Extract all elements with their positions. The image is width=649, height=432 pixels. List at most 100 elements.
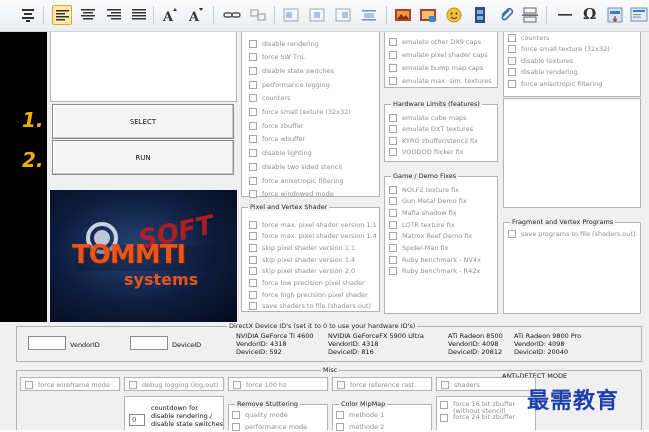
film-icon[interactable] <box>470 5 490 25</box>
zbuffer-option[interactable]: force 24 bit zbuffer <box>440 414 523 428</box>
option-checkbox[interactable]: emulate DXT textures <box>389 124 473 135</box>
checkbox[interactable] <box>389 113 397 122</box>
checkbox[interactable] <box>389 197 397 206</box>
emoticon-icon[interactable] <box>444 5 464 25</box>
checkbox[interactable] <box>389 255 397 264</box>
checkbox[interactable] <box>389 220 397 229</box>
checkbox[interactable] <box>249 279 257 287</box>
checkbox[interactable] <box>389 267 397 276</box>
option-checkbox[interactable]: disable lighting <box>249 148 312 159</box>
option-checkbox[interactable]: VOODOO flicker fix <box>389 147 464 158</box>
indent-left-icon[interactable] <box>281 5 301 25</box>
checkbox[interactable] <box>249 255 257 264</box>
select-button[interactable]: SELECT <box>52 104 234 139</box>
checkbox[interactable] <box>508 68 516 76</box>
option-checkbox[interactable]: performance logging <box>249 79 330 90</box>
misc-option[interactable]: force reference rast. <box>337 379 416 390</box>
checkbox[interactable] <box>249 232 257 241</box>
checkbox[interactable] <box>389 63 397 72</box>
checkbox[interactable] <box>389 148 397 156</box>
image-icon[interactable] <box>393 5 413 25</box>
checkbox[interactable] <box>129 380 137 389</box>
option-checkbox[interactable]: save shaders to file (shaders.out) <box>249 301 371 312</box>
option-checkbox[interactable]: NOLF2 texture fix <box>389 184 459 195</box>
vendor-id-field[interactable] <box>28 336 66 350</box>
checkbox[interactable] <box>249 80 257 89</box>
misc-option[interactable]: force wireframe mode <box>25 379 110 390</box>
option-checkbox[interactable]: emulate cube maps <box>389 112 467 123</box>
checkbox[interactable] <box>389 37 397 46</box>
option-checkbox[interactable]: force max. pixel shader version 1.1 <box>249 219 377 230</box>
checkbox[interactable] <box>440 401 448 409</box>
unlink-icon[interactable] <box>248 5 268 25</box>
checkbox[interactable] <box>233 380 241 389</box>
checkbox[interactable] <box>336 422 344 431</box>
misc-option[interactable]: force 100 hz <box>233 379 286 390</box>
option-checkbox[interactable]: counters <box>249 93 290 104</box>
checkbox[interactable] <box>508 45 516 53</box>
option-checkbox[interactable]: skip pixel shader version 1.4 <box>249 254 355 265</box>
page-break-icon[interactable] <box>520 5 540 25</box>
checkbox[interactable] <box>249 290 257 299</box>
checkbox[interactable] <box>249 220 257 229</box>
checkbox[interactable] <box>249 149 257 158</box>
checkbox[interactable] <box>441 380 449 389</box>
checkbox[interactable] <box>249 267 257 276</box>
insert-image-icon[interactable] <box>418 5 438 25</box>
option-checkbox[interactable]: Spider-Man fix <box>389 243 449 254</box>
option-checkbox[interactable]: force wbuffer <box>249 134 305 145</box>
checkbox[interactable] <box>249 108 257 116</box>
font-smaller-icon[interactable]: A <box>187 5 207 25</box>
option-checkbox[interactable]: counters <box>508 32 549 43</box>
checkbox[interactable] <box>508 33 516 42</box>
countdown-input[interactable]: 0 <box>129 414 145 426</box>
option-checkbox[interactable]: disable state switches <box>249 65 334 76</box>
option-checkbox[interactable]: Mafia shadow fix <box>389 207 457 218</box>
option-checkbox[interactable]: Gun Metal Demo fix <box>389 196 467 207</box>
checkbox[interactable] <box>508 229 516 238</box>
option-checkbox[interactable]: Ruby benchmark - R42x <box>389 266 480 277</box>
misc-option[interactable]: shaders <box>441 379 480 390</box>
format-painter-icon[interactable] <box>18 5 38 25</box>
checkbox[interactable] <box>25 380 33 389</box>
checkbox[interactable] <box>389 185 397 194</box>
option-checkbox[interactable]: emulate bump map caps <box>389 62 483 73</box>
preview-icon[interactable] <box>629 5 649 25</box>
run-button[interactable]: RUN <box>52 140 234 175</box>
indent-right-icon[interactable] <box>333 5 353 25</box>
option-checkbox[interactable]: Ruby benchmark - NV4x <box>389 254 481 265</box>
checkbox[interactable] <box>389 50 397 59</box>
option-checkbox[interactable]: skip pixel shader version 2.0 <box>249 266 355 277</box>
checkbox[interactable] <box>249 176 257 185</box>
checkbox[interactable] <box>389 244 397 252</box>
option-checkbox[interactable]: force anisotropic filtering <box>249 175 344 186</box>
option-checkbox[interactable]: force SW TnL <box>249 52 305 63</box>
option-checkbox[interactable]: force max. pixel shader version 1.4 <box>249 231 377 242</box>
option-checkbox[interactable]: emulate max. sim. textures <box>389 75 492 86</box>
checkbox[interactable] <box>508 56 516 65</box>
device-id-field[interactable] <box>130 336 168 350</box>
misc-option[interactable]: debug logging (log.out) <box>129 379 218 390</box>
align-justify-icon[interactable] <box>129 5 149 25</box>
omega-icon[interactable]: Ω <box>580 5 600 25</box>
align-center-icon[interactable] <box>78 5 98 25</box>
option-checkbox[interactable]: force windowed mode <box>249 189 334 200</box>
checkbox[interactable] <box>249 135 257 144</box>
checkbox[interactable] <box>508 79 516 88</box>
option-checkbox[interactable]: disable rendering <box>249 38 319 49</box>
option-checkbox[interactable]: disable textures <box>508 55 573 66</box>
insert-object-icon[interactable] <box>605 5 625 25</box>
option-checkbox[interactable]: skip pixel shader version 1.1 <box>249 242 355 253</box>
checkbox[interactable] <box>336 410 344 419</box>
option-checkbox[interactable]: force anisotropic filtering <box>508 78 603 89</box>
option-checkbox[interactable]: methode 2 <box>336 421 384 432</box>
option-checkbox[interactable]: disable rendering <box>508 67 578 78</box>
option-checkbox[interactable]: save programs to file (shaders.out) <box>508 228 636 239</box>
checkbox[interactable] <box>389 76 397 85</box>
align-left-icon[interactable] <box>52 5 72 25</box>
option-checkbox[interactable]: Matrox Reef Demo fix <box>389 231 472 242</box>
checkbox[interactable] <box>249 302 257 311</box>
checkbox[interactable] <box>232 422 240 431</box>
indent-center-icon[interactable] <box>307 5 327 25</box>
option-checkbox[interactable]: force high precision pixel shader <box>249 289 368 300</box>
